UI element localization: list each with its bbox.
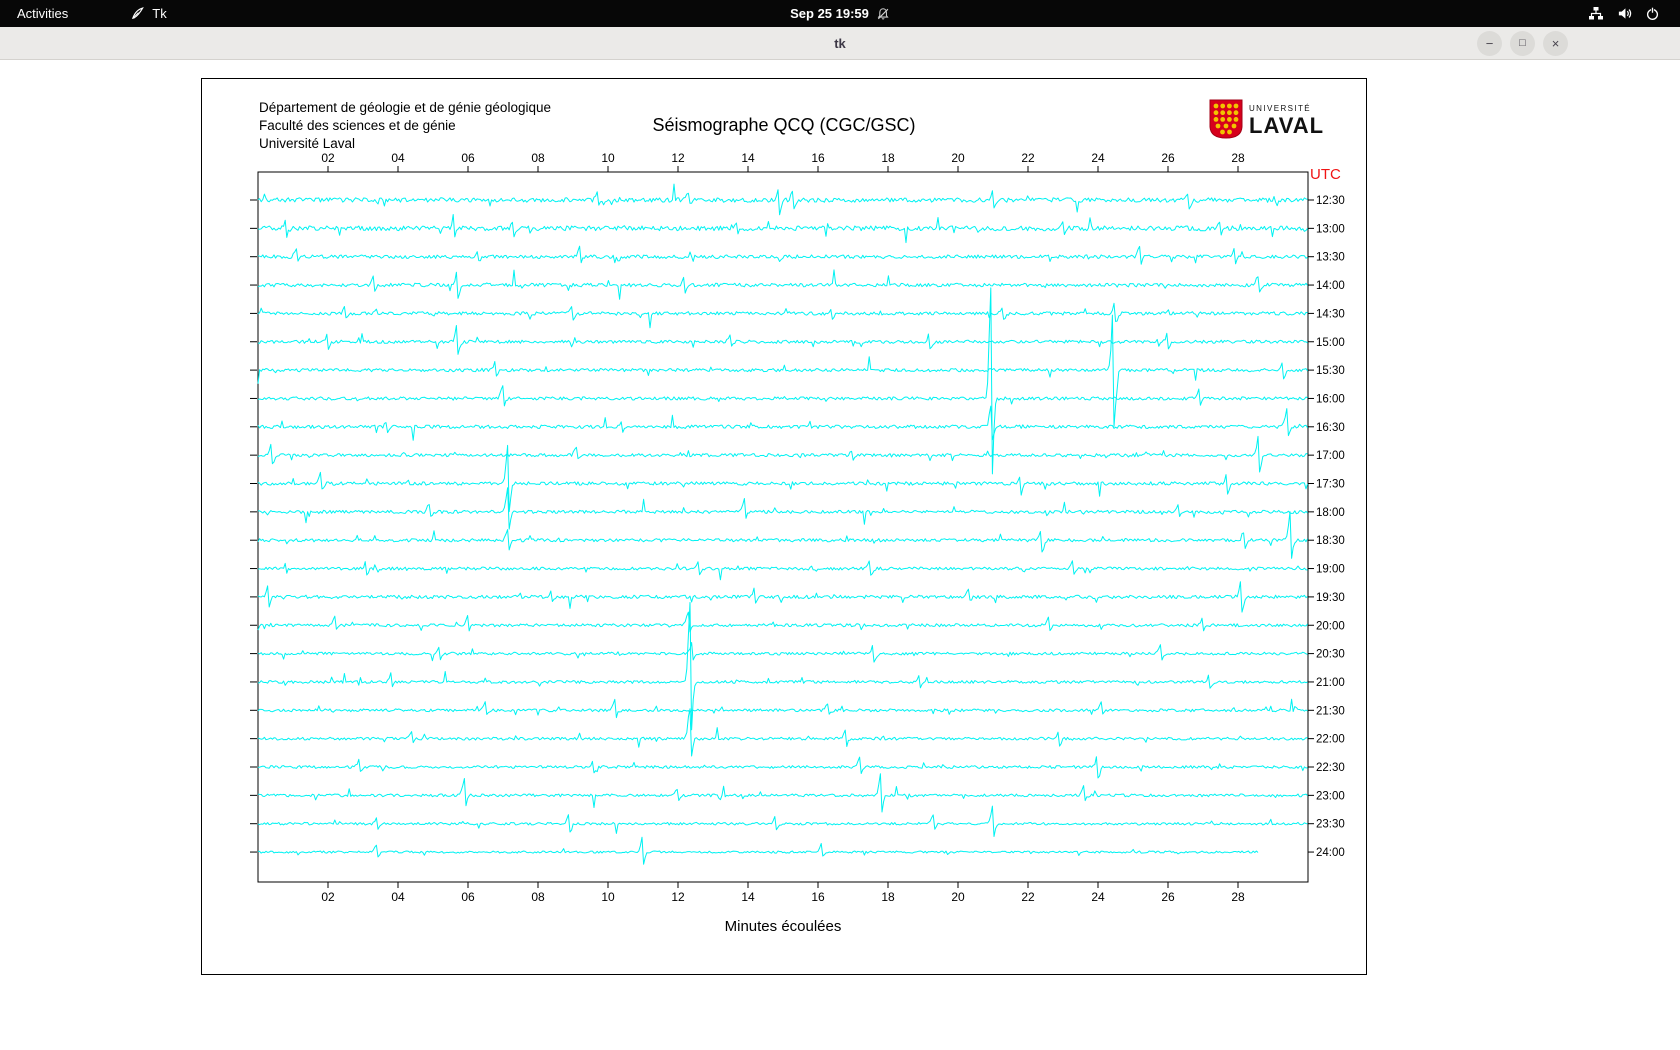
x-tick-label-bottom: 22 xyxy=(1021,890,1035,904)
seismo-trace-15:30 xyxy=(257,314,1309,427)
trace-time-label: 12:30 xyxy=(1316,195,1345,207)
trace-time-label: 19:30 xyxy=(1316,592,1345,604)
x-tick-label-top: 28 xyxy=(1231,151,1245,165)
power-icon[interactable] xyxy=(1645,6,1660,21)
seismograph-canvas: Département de géologie et de génie géol… xyxy=(201,78,1367,975)
seismo-trace-16:30 xyxy=(257,405,1309,441)
trace-time-label: 17:30 xyxy=(1316,479,1345,491)
x-tick-label-top: 16 xyxy=(811,151,825,165)
trace-time-label: 20:00 xyxy=(1316,620,1345,632)
x-tick-label-top: 08 xyxy=(531,151,545,165)
seismo-trace-18:30 xyxy=(257,511,1309,559)
trace-time-label: 22:00 xyxy=(1316,734,1345,746)
seismo-trace-22:00 xyxy=(257,708,1308,757)
x-tick-label-top: 24 xyxy=(1091,151,1105,165)
seismo-trace-13:00 xyxy=(257,214,1308,244)
seismo-trace-21:30 xyxy=(257,698,1308,719)
seismo-trace-22:30 xyxy=(257,756,1308,779)
x-tick-label-top: 12 xyxy=(671,151,685,165)
window-titlebar[interactable]: tk xyxy=(0,27,1680,60)
seismo-trace-13:30 xyxy=(257,245,1308,265)
trace-time-label: 15:00 xyxy=(1316,337,1345,349)
x-tick-label-top: 22 xyxy=(1021,151,1035,165)
trace-time-label: 18:30 xyxy=(1316,535,1345,547)
bell-muted-icon xyxy=(876,7,890,21)
x-tick-label-bottom: 10 xyxy=(601,890,615,904)
x-tick-label-top: 14 xyxy=(741,151,755,165)
seismo-trace-14:00 xyxy=(257,269,1309,300)
x-tick-label-bottom: 12 xyxy=(671,890,685,904)
x-axis-title: Minutes écoulées xyxy=(725,918,842,935)
trace-time-label: 23:30 xyxy=(1316,819,1345,831)
trace-time-label: 19:00 xyxy=(1316,564,1345,576)
seismo-trace-20:00 xyxy=(257,611,1308,633)
seismo-trace-19:00 xyxy=(257,560,1308,581)
volume-icon[interactable] xyxy=(1617,6,1632,21)
x-tick-label-bottom: 06 xyxy=(461,890,475,904)
trace-time-label: 24:00 xyxy=(1316,847,1345,859)
x-tick-label-bottom: 26 xyxy=(1161,890,1175,904)
trace-time-label: 13:00 xyxy=(1316,223,1345,235)
x-tick-label-bottom: 14 xyxy=(741,890,755,904)
x-tick-label-top: 26 xyxy=(1161,151,1175,165)
x-tick-label-top: 18 xyxy=(881,151,895,165)
x-tick-label-top: 04 xyxy=(391,151,405,165)
x-tick-label-bottom: 28 xyxy=(1231,890,1245,904)
seismo-trace-16:00 xyxy=(257,287,1308,475)
tk-feather-icon xyxy=(130,6,145,21)
desktop: { "top_bar": { "activities": "Activities… xyxy=(0,0,1680,1050)
x-tick-label-bottom: 18 xyxy=(881,890,895,904)
seismo-trace-15:00 xyxy=(258,325,1308,355)
plot-border xyxy=(257,171,1309,883)
window-title: tk xyxy=(834,35,846,51)
trace-time-label: 17:00 xyxy=(1316,450,1345,462)
window-controls: − □ × xyxy=(1477,31,1568,56)
trace-time-label: 16:00 xyxy=(1316,393,1345,405)
seismo-trace-23:30 xyxy=(257,805,1308,837)
trace-time-label: 22:30 xyxy=(1316,762,1345,774)
app-indicator-tk[interactable]: Tk xyxy=(130,6,167,21)
trace-time-label: 15:30 xyxy=(1316,365,1345,377)
x-tick-label-bottom: 20 xyxy=(951,890,965,904)
system-tray[interactable] xyxy=(1576,2,1672,25)
seismo-trace-19:30 xyxy=(257,581,1308,613)
x-tick-label-bottom: 16 xyxy=(811,890,825,904)
maximize-button[interactable]: □ xyxy=(1510,31,1535,56)
seismo-trace-12:30 xyxy=(257,183,1308,216)
seismogram-svg: 02 02 04 04 06 06 08 08 10 10 12 12 14 14 16 16 18 18 20 20… xyxy=(250,151,1345,935)
activities-button[interactable]: Activities xyxy=(0,0,85,27)
trace-time-label: 14:00 xyxy=(1316,280,1345,292)
x-tick-label-top: 20 xyxy=(951,151,965,165)
clock[interactable]: Sep 25 19:59 xyxy=(790,6,890,21)
seismo-trace-24:00 xyxy=(257,836,1259,865)
tk-window-content: Département de géologie et de génie géol… xyxy=(0,60,1680,1050)
clock-label: Sep 25 19:59 xyxy=(790,6,869,21)
trace-time-label: 23:00 xyxy=(1316,790,1345,802)
trace-time-label: 18:00 xyxy=(1316,507,1345,519)
x-tick-label-bottom: 08 xyxy=(531,890,545,904)
app-indicator-label: Tk xyxy=(152,6,167,21)
seismo-trace-17:00 xyxy=(257,435,1308,473)
x-tick-label-bottom: 02 xyxy=(321,890,335,904)
x-tick-label-bottom: 24 xyxy=(1091,890,1105,904)
trace-time-label: 21:00 xyxy=(1316,677,1345,689)
x-tick-label-top: 10 xyxy=(601,151,615,165)
utc-label: UTC xyxy=(1310,166,1341,183)
x-tick-label-top: 06 xyxy=(461,151,475,165)
seismo-trace-20:30 xyxy=(257,642,1308,663)
trace-time-label: 13:30 xyxy=(1316,252,1345,264)
trace-time-label: 14:30 xyxy=(1316,308,1345,320)
minimize-button[interactable]: − xyxy=(1477,31,1502,56)
seismo-trace-23:00 xyxy=(257,773,1308,813)
x-tick-label-top: 02 xyxy=(321,151,335,165)
seismo-trace-18:00 xyxy=(258,487,1308,530)
seismo-trace-14:30 xyxy=(257,302,1308,329)
trace-time-label: 16:30 xyxy=(1316,422,1345,434)
trace-time-label: 20:30 xyxy=(1316,649,1345,661)
x-tick-label-bottom: 04 xyxy=(391,890,405,904)
close-button[interactable]: × xyxy=(1543,31,1568,56)
gnome-top-bar: Activities Tk Sep 25 19:59 xyxy=(0,0,1680,27)
network-icon[interactable] xyxy=(1588,6,1604,21)
trace-time-label: 21:30 xyxy=(1316,705,1345,717)
